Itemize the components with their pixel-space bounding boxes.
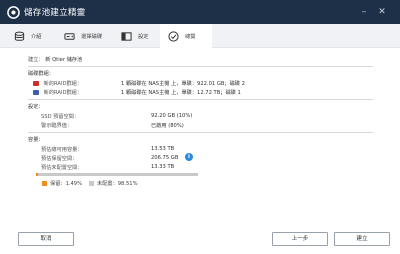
settings-section-title: 設定： — [28, 104, 44, 110]
raid-group-desc: 1 顆磁碟在 NAS主機 上，單碟：922.01 GB；磁碟 2 — [121, 81, 245, 87]
capacity-bar-reserved — [36, 173, 39, 176]
legend-reserved-text: 保留：1.49% — [50, 181, 83, 187]
step-summary: 總覽 — [160, 24, 212, 48]
step-label: 選擇磁碟 — [81, 34, 103, 40]
database-icon — [14, 31, 25, 41]
legend-unallocated: 未配置：98.51% — [89, 180, 138, 187]
est-capacity-label: 預估總可用容量： — [41, 147, 83, 153]
legend-reserved: 保留：1.49% — [42, 180, 82, 187]
raid-group-row: 新的RAID群組： — [33, 80, 82, 87]
unallocated-label: 預估未配置空間： — [41, 165, 83, 171]
legend-swatch — [42, 181, 47, 186]
guaranteed-label: 預估保留空間： — [41, 156, 78, 162]
check-circle-icon — [168, 30, 179, 42]
ssd-value: 92.20 GB (10%) — [151, 113, 193, 119]
info-icon[interactable]: i — [185, 153, 193, 161]
divider — [28, 132, 373, 133]
cancel-button[interactable]: 取消 — [18, 232, 74, 246]
raid-group-row: 新的RAID群組： — [33, 89, 82, 96]
divider — [28, 66, 373, 67]
settings-panel-icon — [121, 31, 132, 41]
step-settings: 設定 — [121, 24, 149, 48]
title-bar: 儲存池建立精靈 – ✕ — [0, 0, 400, 24]
unallocated-value: 13.33 TB — [151, 164, 175, 170]
step-intro: 介紹 — [14, 24, 42, 48]
step-label: 設定 — [138, 34, 149, 40]
threshold-value: 已啟用 (80%) — [151, 123, 184, 129]
ssd-label: SSD 預留空間： — [41, 114, 80, 120]
step-label: 總覽 — [185, 34, 196, 40]
est-capacity-value: 13.53 TB — [151, 146, 175, 152]
raid-group-name: 新的RAID群組： — [43, 81, 83, 87]
disk-blue-icon — [33, 90, 39, 95]
capacity-bar — [36, 173, 198, 176]
raid-group-name: 新的RAID群組： — [43, 90, 83, 96]
divider — [28, 99, 373, 100]
back-button[interactable]: 上一步 — [272, 232, 328, 246]
create-button[interactable]: 建立 — [334, 232, 390, 246]
guaranteed-value: 206.75 GB — [151, 155, 179, 161]
disk-red-icon — [33, 81, 39, 86]
close-button[interactable]: ✕ — [376, 6, 388, 18]
legend-unallocated-text: 未配置：98.51% — [97, 181, 138, 187]
raid-group-desc: 1 顆磁碟在 NAS主機 上，單碟：12.72 TB；磁碟 1 — [121, 90, 241, 96]
raid-section-title: 磁碟群組： — [28, 71, 54, 77]
create-value: 新 Qtier 儲存池 — [45, 57, 83, 63]
step-select-disks: 選擇磁碟 — [64, 24, 102, 48]
create-row: 建立： 新 Qtier 儲存池 — [28, 56, 82, 63]
drive-icon — [64, 32, 75, 40]
legend-swatch — [89, 181, 94, 186]
app-logo-icon — [7, 5, 20, 19]
step-label: 介紹 — [31, 34, 42, 40]
capacity-section-title: 容量： — [28, 137, 44, 143]
minimize-button[interactable]: – — [358, 6, 370, 18]
create-label: 建立： — [28, 57, 44, 63]
threshold-label: 警示臨界值： — [41, 123, 73, 129]
wizard-steps: 介紹 選擇磁碟 設定 總覽 — [0, 24, 400, 48]
window-title: 儲存池建立精靈 — [24, 8, 86, 18]
